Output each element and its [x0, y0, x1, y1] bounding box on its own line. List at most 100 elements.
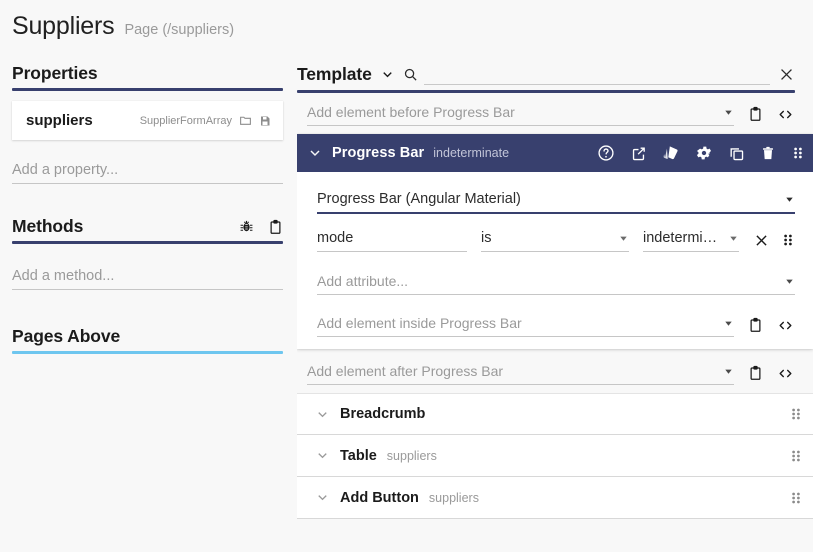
- gear-icon[interactable]: [695, 144, 713, 162]
- chevron-down-icon[interactable]: [715, 107, 734, 118]
- drag-handle-icon[interactable]: [791, 145, 805, 161]
- template-tree: Add element before Progress Bar Progress…: [297, 93, 813, 552]
- properties-heading: Properties: [12, 63, 283, 84]
- methods-heading-icons: [239, 219, 283, 235]
- open-in-new-icon[interactable]: [630, 145, 647, 162]
- chevron-down-icon[interactable]: [307, 145, 323, 161]
- add-element-after-actions: [748, 365, 795, 381]
- chevron-down-icon[interactable]: [715, 366, 734, 377]
- properties-section: Properties: [12, 49, 283, 91]
- pages-above-heading: Pages Above: [12, 326, 283, 347]
- app-root: Suppliers Page (/suppliers) Properties s…: [0, 0, 813, 552]
- attribute-name-field[interactable]: mode: [317, 228, 467, 252]
- add-element-inside-field[interactable]: Add element inside Progress Bar: [317, 313, 734, 337]
- element-subtitle: indeterminate: [433, 146, 510, 160]
- body-split: Properties suppliers SupplierFormArray A…: [0, 49, 813, 552]
- remove-attribute-icon[interactable]: [753, 232, 770, 249]
- clipboard-icon[interactable]: [748, 106, 763, 122]
- delete-icon[interactable]: [760, 145, 776, 162]
- code-icon[interactable]: [776, 366, 795, 381]
- chevron-down-icon[interactable]: [315, 490, 330, 505]
- element-type-value: Progress Bar (Angular Material): [317, 191, 521, 207]
- add-method-placeholder: Add a method...: [12, 268, 115, 284]
- collapsed-element-name: Table: [340, 447, 377, 464]
- template-search: [403, 63, 770, 85]
- chevron-down-icon[interactable]: [610, 233, 629, 244]
- collapsed-element-row-add-button[interactable]: Add Button suppliers: [297, 477, 813, 519]
- add-method-field[interactable]: Add a method...: [12, 268, 283, 290]
- add-element-after-field[interactable]: Add element after Progress Bar: [307, 361, 734, 385]
- clipboard-icon[interactable]: [748, 317, 763, 333]
- attribute-operator-value: is: [481, 230, 492, 246]
- collapsed-element-row-table[interactable]: Table suppliers: [297, 435, 813, 477]
- attribute-actions: [753, 232, 795, 249]
- pages-above-underline: [12, 351, 283, 354]
- chevron-down-icon[interactable]: [784, 194, 795, 205]
- methods-heading-label: Methods: [12, 216, 84, 236]
- chevron-down-icon[interactable]: [380, 67, 395, 82]
- add-property-field[interactable]: Add a property...: [12, 162, 283, 184]
- collapsed-element-row-breadcrumb[interactable]: Breadcrumb: [297, 393, 813, 435]
- attribute-operator-select[interactable]: is: [481, 228, 629, 252]
- add-element-after-placeholder: Add element after Progress Bar: [307, 363, 504, 379]
- attribute-name-value: mode: [317, 230, 354, 246]
- close-icon[interactable]: [778, 66, 795, 83]
- methods-underline: [12, 241, 283, 244]
- methods-heading: Methods: [12, 216, 283, 237]
- collapsed-element-list: Breadcrumb Table suppliers Add Button su…: [297, 393, 813, 519]
- element-name: Progress Bar: [332, 145, 425, 161]
- attribute-value: indeterminate: [643, 230, 720, 246]
- property-meta: SupplierFormArray: [140, 114, 271, 127]
- bug-icon[interactable]: [239, 219, 254, 234]
- chevron-down-icon[interactable]: [720, 233, 739, 244]
- save-icon[interactable]: [259, 115, 271, 127]
- add-element-before-placeholder: Add element before Progress Bar: [307, 104, 515, 120]
- property-row-suppliers[interactable]: suppliers SupplierFormArray: [12, 101, 283, 140]
- collapsed-element-name: Breadcrumb: [340, 406, 426, 422]
- search-icon[interactable]: [403, 67, 418, 82]
- element-body: Progress Bar (Angular Material) mode is: [297, 172, 813, 349]
- chevron-down-icon[interactable]: [315, 448, 330, 463]
- template-header: Template: [297, 49, 813, 93]
- add-element-before-row: Add element before Progress Bar: [297, 93, 813, 126]
- clipboard-icon[interactable]: [268, 219, 283, 235]
- template-label: Template: [297, 63, 372, 84]
- clipboard-icon[interactable]: [748, 365, 763, 381]
- add-attribute-placeholder: Add attribute...: [317, 273, 409, 289]
- code-icon[interactable]: [776, 107, 795, 122]
- page-header: Suppliers Page (/suppliers): [0, 0, 813, 49]
- add-element-inside-row: Add element inside Progress Bar: [317, 313, 795, 337]
- element-header-actions: [597, 144, 805, 162]
- template-panel: Template Add element before Progress Bar…: [295, 49, 813, 552]
- chevron-down-icon[interactable]: [715, 318, 734, 329]
- element-card-progress-bar: Progress Bar indeterminate Progress Bar …: [297, 134, 813, 349]
- element-type-select[interactable]: Progress Bar (Angular Material): [317, 182, 795, 214]
- folder-icon[interactable]: [239, 114, 252, 127]
- add-element-before-field[interactable]: Add element before Progress Bar: [307, 102, 734, 126]
- add-attribute-field[interactable]: Add attribute...: [317, 271, 795, 295]
- code-icon[interactable]: [776, 318, 795, 333]
- style-icon[interactable]: [662, 144, 680, 162]
- template-header-row: Template: [297, 63, 795, 90]
- collapsed-element-name: Add Button: [340, 489, 419, 506]
- add-element-inside-actions: [748, 317, 795, 333]
- drag-handle-icon[interactable]: [789, 448, 803, 464]
- properties-underline: [12, 88, 283, 91]
- methods-section: Methods: [12, 184, 283, 244]
- page-subtitle: Page (/suppliers): [124, 22, 235, 38]
- copy-icon[interactable]: [728, 145, 745, 162]
- drag-handle-icon[interactable]: [789, 406, 803, 422]
- attribute-row: mode is indeterminate: [317, 228, 795, 252]
- sidebar: Properties suppliers SupplierFormArray A…: [0, 49, 295, 552]
- page-title: Suppliers: [12, 12, 115, 40]
- chevron-down-icon[interactable]: [315, 407, 330, 422]
- pages-above-heading-label: Pages Above: [12, 326, 121, 346]
- drag-handle-icon[interactable]: [781, 232, 795, 248]
- attribute-value-select[interactable]: indeterminate: [643, 228, 739, 252]
- search-input[interactable]: [423, 63, 770, 85]
- drag-handle-icon[interactable]: [789, 490, 803, 506]
- collapsed-element-subtitle: suppliers: [428, 490, 479, 505]
- element-header[interactable]: Progress Bar indeterminate: [297, 134, 813, 172]
- chevron-down-icon[interactable]: [784, 276, 795, 287]
- help-icon[interactable]: [597, 144, 615, 162]
